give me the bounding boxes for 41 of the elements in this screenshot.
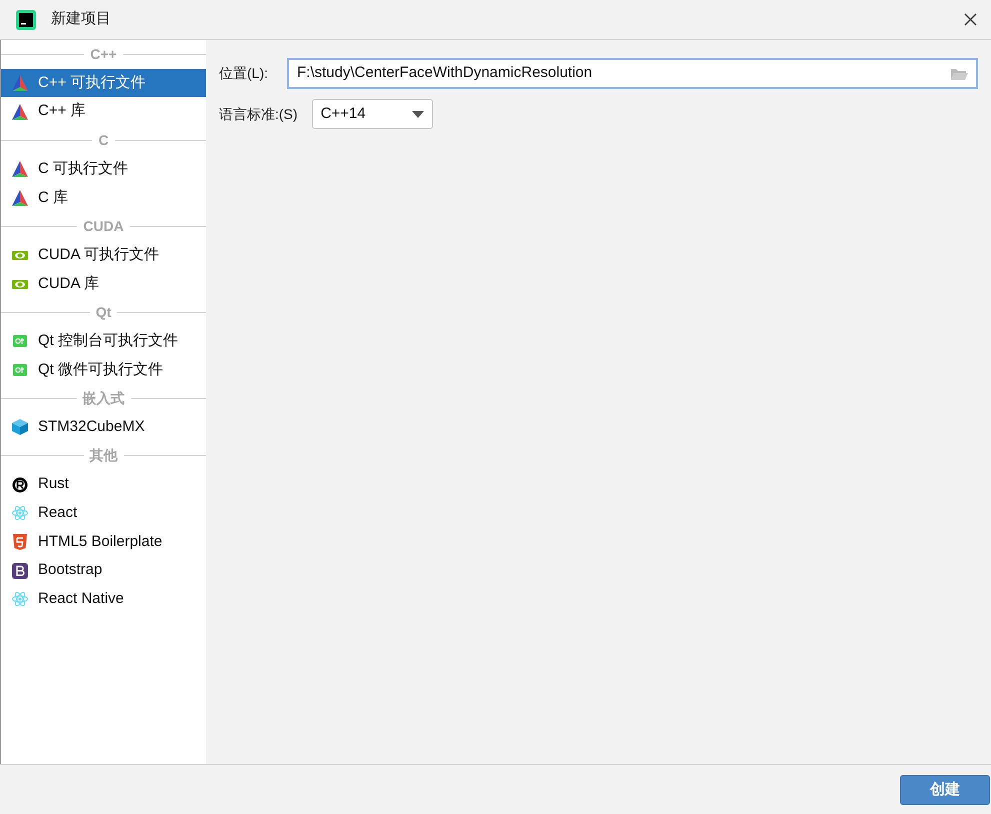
section-header: 嵌入式 <box>82 389 124 408</box>
language-standard-label: 语言标准:(S) <box>219 104 298 124</box>
dropdown-arrow-icon <box>412 110 424 118</box>
template-item[interactable]: HTML5 Boilerplate <box>1 528 206 556</box>
template-item[interactable]: C 可执行文件 <box>1 154 206 184</box>
letter-b-icon <box>12 562 28 579</box>
triangle-logo-icon <box>12 161 28 178</box>
triangle-logo-icon <box>12 104 28 120</box>
create-button[interactable]: 创建 <box>900 775 990 805</box>
template-item[interactable]: Qt 微件可执行文件 <box>1 356 206 384</box>
template-item[interactable]: C++ 库 <box>1 97 206 126</box>
location-label: 位置(L): <box>219 64 269 83</box>
template-item[interactable]: Rust <box>1 470 206 499</box>
template-item[interactable]: STM32CubeMX <box>1 412 206 442</box>
close-icon[interactable] <box>964 13 977 26</box>
section-header: CUDA <box>83 216 124 236</box>
template-item[interactable]: React Native <box>1 585 206 614</box>
template-item[interactable]: Bootstrap <box>1 556 206 586</box>
section-header: C <box>98 130 109 150</box>
section-header: C++ <box>90 44 117 64</box>
section-header: Qt <box>96 303 112 322</box>
location-field[interactable]: F:\study\CenterFaceWithDynamicResolution <box>287 58 978 89</box>
template-item[interactable]: CUDA 库 <box>1 270 206 298</box>
gear-letter-icon <box>12 476 28 493</box>
window-title: 新建项目 <box>51 9 111 30</box>
language-standard-dropdown[interactable]: C++14 <box>312 99 433 129</box>
triangle-logo-icon <box>12 75 28 92</box>
template-item[interactable]: C++ 可执行文件 <box>1 68 206 98</box>
template-item[interactable]: C 库 <box>1 183 206 212</box>
atom-icon <box>12 591 28 608</box>
qt-logo-icon <box>12 362 28 378</box>
shield-icon <box>12 534 28 550</box>
template-item[interactable]: React <box>1 499 206 528</box>
triangle-logo-icon <box>12 190 28 206</box>
template-item[interactable]: CUDA 可执行文件 <box>1 240 206 270</box>
cube-icon <box>12 419 28 436</box>
section-header: 其他 <box>90 446 118 466</box>
app-logo-icon <box>16 10 36 30</box>
atom-icon <box>12 505 28 522</box>
template-item[interactable]: Qt 控制台可执行文件 <box>1 326 206 356</box>
qt-logo-icon <box>12 333 28 350</box>
